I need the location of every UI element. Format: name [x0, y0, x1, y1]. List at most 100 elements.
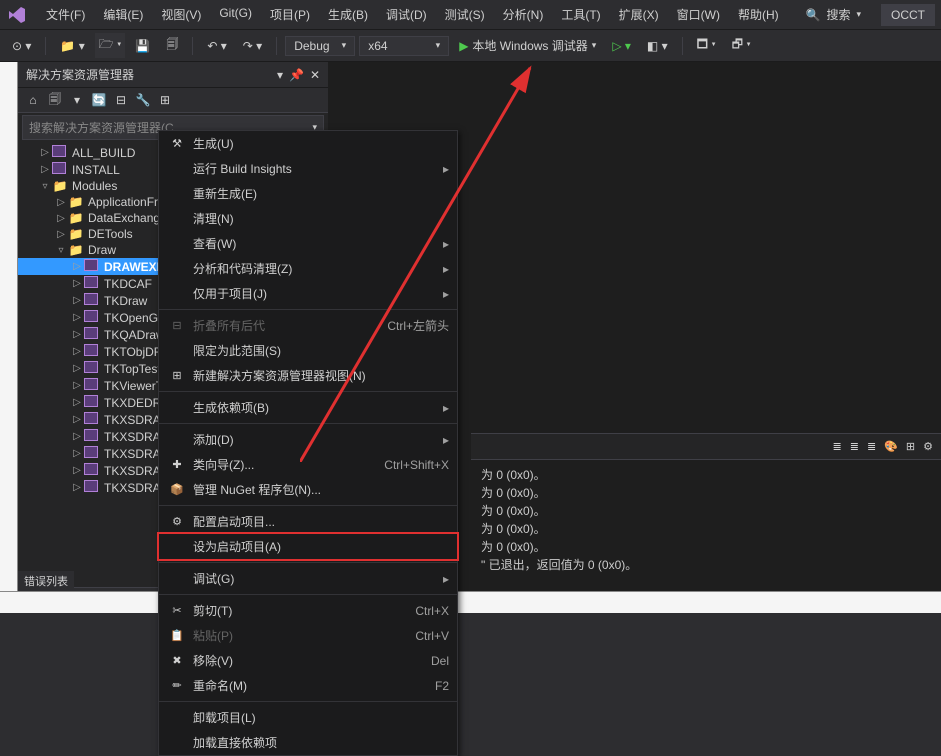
- bottom-gutter: [0, 591, 941, 613]
- menu-window[interactable]: 窗口(W): [669, 2, 728, 27]
- expand-arrow-icon[interactable]: ▷: [70, 363, 84, 374]
- expand-arrow-icon[interactable]: ▷: [70, 431, 84, 442]
- undo-button[interactable]: ↶ ▾: [201, 36, 232, 56]
- out-icon-6[interactable]: ⚙: [923, 440, 933, 453]
- ctx-item[interactable]: 查看(W)▸: [159, 231, 457, 256]
- menu-edit[interactable]: 编辑(E): [95, 2, 151, 27]
- tb-icon-5[interactable]: ⊟: [112, 91, 130, 109]
- expand-arrow-icon[interactable]: ▷: [70, 329, 84, 340]
- submenu-arrow-icon: ▸: [443, 262, 449, 276]
- ctx-item[interactable]: 仅用于项目(J)▸: [159, 281, 457, 306]
- out-icon-1[interactable]: ≣: [833, 440, 842, 453]
- open-button[interactable]: 🗁 ▾: [95, 33, 126, 58]
- wrench-icon[interactable]: 🔧: [134, 91, 152, 109]
- out-icon-4[interactable]: 🎨: [884, 440, 898, 453]
- ctx-item[interactable]: 加载直接依赖项: [159, 730, 457, 755]
- output-content: 为 0 (0x0)。为 0 (0x0)。为 0 (0x0)。为 0 (0x0)。…: [471, 460, 941, 580]
- ctx-item[interactable]: 📦管理 NuGet 程序包(N)...: [159, 477, 457, 502]
- tb-extra1-button[interactable]: ◧ ▾: [641, 36, 674, 56]
- close-icon[interactable]: ✕: [310, 68, 320, 82]
- expand-arrow-icon[interactable]: ▷: [70, 261, 84, 272]
- menu-debug[interactable]: 调试(D): [378, 2, 435, 27]
- expand-arrow-icon[interactable]: ▷: [70, 397, 84, 408]
- out-icon-5[interactable]: ⊞: [906, 440, 915, 453]
- expand-arrow-icon[interactable]: ▷: [70, 346, 84, 357]
- menu-file[interactable]: 文件(F): [38, 2, 93, 27]
- start-debug-button[interactable]: ▶ 本地 Windows 调试器 ▾: [453, 35, 602, 56]
- ctx-item[interactable]: 分析和代码清理(Z)▸: [159, 256, 457, 281]
- ctx-item[interactable]: ✚类向导(Z)...Ctrl+Shift+X: [159, 452, 457, 477]
- ctx-item[interactable]: ✏重命名(M)F2: [159, 673, 457, 698]
- home-icon[interactable]: ⌂: [24, 91, 42, 109]
- tb-icon-7[interactable]: ⊞: [156, 91, 174, 109]
- expand-arrow-icon[interactable]: ▷: [38, 147, 52, 158]
- ctx-item[interactable]: 调试(G)▸: [159, 566, 457, 591]
- ctx-item[interactable]: 生成依赖项(B)▸: [159, 395, 457, 420]
- menu-git[interactable]: Git(G): [211, 2, 260, 27]
- expand-arrow-icon[interactable]: ▷: [70, 465, 84, 476]
- expand-arrow-icon[interactable]: ▷: [38, 164, 52, 175]
- ctx-item-label: 移除(V): [193, 652, 411, 669]
- start-without-debug-button[interactable]: ▷ ▾: [606, 36, 637, 56]
- expand-arrow-icon[interactable]: ▷: [70, 414, 84, 425]
- expand-arrow-icon[interactable]: ▿: [54, 245, 68, 256]
- submenu-arrow-icon: ▸: [443, 162, 449, 176]
- dropdown-icon[interactable]: ▾: [277, 68, 283, 82]
- ctx-item[interactable]: ✂剪切(T)Ctrl+X: [159, 598, 457, 623]
- expand-arrow-icon[interactable]: ▷: [70, 312, 84, 323]
- ctx-item[interactable]: 重新生成(E): [159, 181, 457, 206]
- save-button[interactable]: 💾: [129, 36, 156, 56]
- expand-arrow-icon[interactable]: ▷: [70, 278, 84, 289]
- ctx-item[interactable]: ✖移除(V)Del: [159, 648, 457, 673]
- ctx-item-shortcut: Ctrl+X: [415, 604, 449, 618]
- ctx-item[interactable]: 设为启动项目(A): [159, 534, 457, 559]
- menu-test[interactable]: 测试(S): [437, 2, 493, 27]
- save-all-button[interactable]: 🗐: [160, 32, 184, 59]
- expand-arrow-icon[interactable]: ▷: [54, 229, 68, 240]
- pin-icon[interactable]: 📌: [289, 68, 304, 82]
- ctx-item[interactable]: ⚙配置启动项目...: [159, 509, 457, 534]
- ctx-item-label: 新建解决方案资源管理器视图(N): [193, 367, 449, 384]
- sync-icon[interactable]: 🔄: [90, 91, 108, 109]
- menu-bar: 文件(F) 编辑(E) 视图(V) Git(G) 项目(P) 生成(B) 调试(…: [38, 2, 787, 27]
- tb-icon-2[interactable]: 🗐: [46, 91, 64, 109]
- menu-build[interactable]: 生成(B): [320, 2, 376, 27]
- expand-arrow-icon[interactable]: ▷: [70, 295, 84, 306]
- config-combo[interactable]: Debug▾: [285, 36, 355, 56]
- out-icon-3[interactable]: ≣: [867, 440, 876, 453]
- ctx-item[interactable]: 清理(N): [159, 206, 457, 231]
- tb-extra2-button[interactable]: 🗖 ▾: [691, 32, 722, 59]
- menu-project[interactable]: 项目(P): [262, 2, 318, 27]
- context-menu: ⚒生成(U)运行 Build Insights▸重新生成(E)清理(N)查看(W…: [158, 130, 458, 756]
- expand-arrow-icon[interactable]: ▷: [54, 197, 68, 208]
- error-list-tab[interactable]: 错误列表: [18, 571, 74, 591]
- ctx-item[interactable]: 添加(D)▸: [159, 427, 457, 452]
- nav-back-button[interactable]: ⊙ ▾: [6, 36, 37, 56]
- output-toolbar: ≣ ≣ ≣ 🎨 ⊞ ⚙: [471, 434, 941, 460]
- expand-arrow-icon[interactable]: ▷: [70, 448, 84, 459]
- menu-analyze[interactable]: 分析(N): [495, 2, 552, 27]
- ctx-item[interactable]: 运行 Build Insights▸: [159, 156, 457, 181]
- ctx-item[interactable]: ⊞新建解决方案资源管理器视图(N): [159, 363, 457, 388]
- menu-extensions[interactable]: 扩展(X): [611, 2, 667, 27]
- expand-arrow-icon[interactable]: ▿: [38, 181, 52, 192]
- platform-combo[interactable]: x64▾: [359, 36, 449, 56]
- menu-view[interactable]: 视图(V): [153, 2, 209, 27]
- menu-tools[interactable]: 工具(T): [553, 2, 608, 27]
- new-project-button[interactable]: 📁 ▾: [54, 36, 90, 56]
- ctx-item-shortcut: Del: [431, 654, 449, 668]
- out-icon-2[interactable]: ≣: [850, 440, 859, 453]
- tb-icon-3[interactable]: ▾: [68, 91, 86, 109]
- ctx-item[interactable]: 卸载项目(L): [159, 705, 457, 730]
- ctx-item-label: 生成依赖项(B): [193, 399, 435, 416]
- output-panel: ≣ ≣ ≣ 🎨 ⊞ ⚙ 为 0 (0x0)。为 0 (0x0)。为 0 (0x0…: [471, 433, 941, 583]
- tb-extra3-button[interactable]: 🗗 ▾: [726, 32, 757, 59]
- ctx-item[interactable]: ⚒生成(U): [159, 131, 457, 156]
- expand-arrow-icon[interactable]: ▷: [70, 482, 84, 493]
- expand-arrow-icon[interactable]: ▷: [70, 380, 84, 391]
- expand-arrow-icon[interactable]: ▷: [54, 213, 68, 224]
- menu-help[interactable]: 帮助(H): [730, 2, 787, 27]
- redo-button[interactable]: ↷ ▾: [237, 36, 268, 56]
- search-box[interactable]: 🔍 搜索 ▾: [796, 4, 872, 25]
- ctx-item[interactable]: 限定为此范围(S): [159, 338, 457, 363]
